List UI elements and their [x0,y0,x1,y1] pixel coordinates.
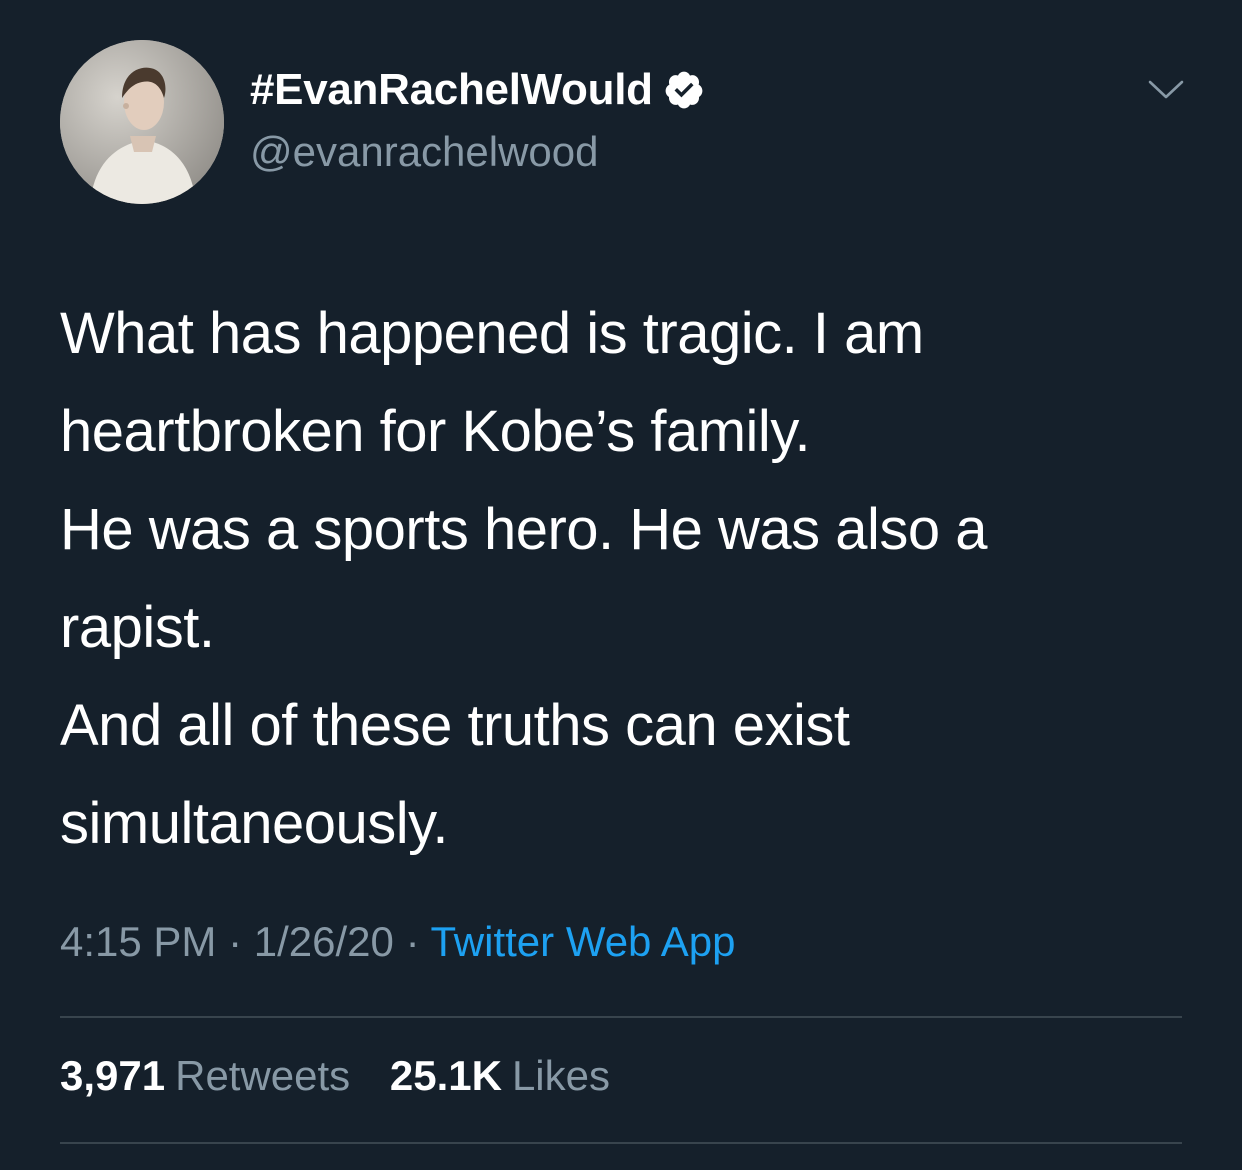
retweets-stat[interactable]: 3,971 Retweets [60,1052,350,1100]
tweet-source-link[interactable]: Twitter Web App [430,918,735,965]
display-name-row: #EvanRachelWould [250,64,705,116]
meta-separator: · [405,918,431,965]
chevron-down-icon[interactable] [1146,70,1186,110]
tweet-date[interactable]: 1/26/20 [254,918,394,965]
tweet-text-line: What has happened is tragic. I am [60,301,924,366]
likes-label: Likes [511,1052,610,1099]
handle[interactable]: @evanrachelwood [250,128,705,176]
avatar-photo [60,40,224,204]
avatar[interactable] [60,40,224,204]
tweet-text-line: And all of these truths can exist [60,693,850,758]
tweet-detail: #EvanRachelWould @evanrachelwood What ha… [0,0,1242,1170]
likes-stat[interactable]: 25.1K Likes [390,1052,610,1100]
likes-count: 25.1K [389,1052,502,1099]
tweet-text-line: simultaneously. [60,791,448,856]
retweets-count: 3,971 [60,1052,166,1099]
tweet-text-line: rapist. [60,595,215,660]
tweet-meta: 4:15 PM · 1/26/20 · Twitter Web App [60,918,736,966]
tweet-stats: 3,971 Retweets 25.1K Likes [60,1052,638,1100]
divider [60,1016,1182,1018]
tweet-text-line: He was a sports hero. He was also a [60,497,988,562]
tweet-text: What has happened is tragic. I am heartb… [60,285,1200,873]
verified-badge-icon [663,69,705,111]
tweet-time[interactable]: 4:15 PM [60,918,216,965]
divider [60,1142,1182,1144]
author-info: #EvanRachelWould @evanrachelwood [250,64,705,176]
retweets-label: Retweets [175,1052,351,1099]
display-name[interactable]: #EvanRachelWould [250,65,653,115]
tweet-text-line: heartbroken for Kobe’s family. [60,399,811,464]
meta-separator: · [228,918,254,965]
